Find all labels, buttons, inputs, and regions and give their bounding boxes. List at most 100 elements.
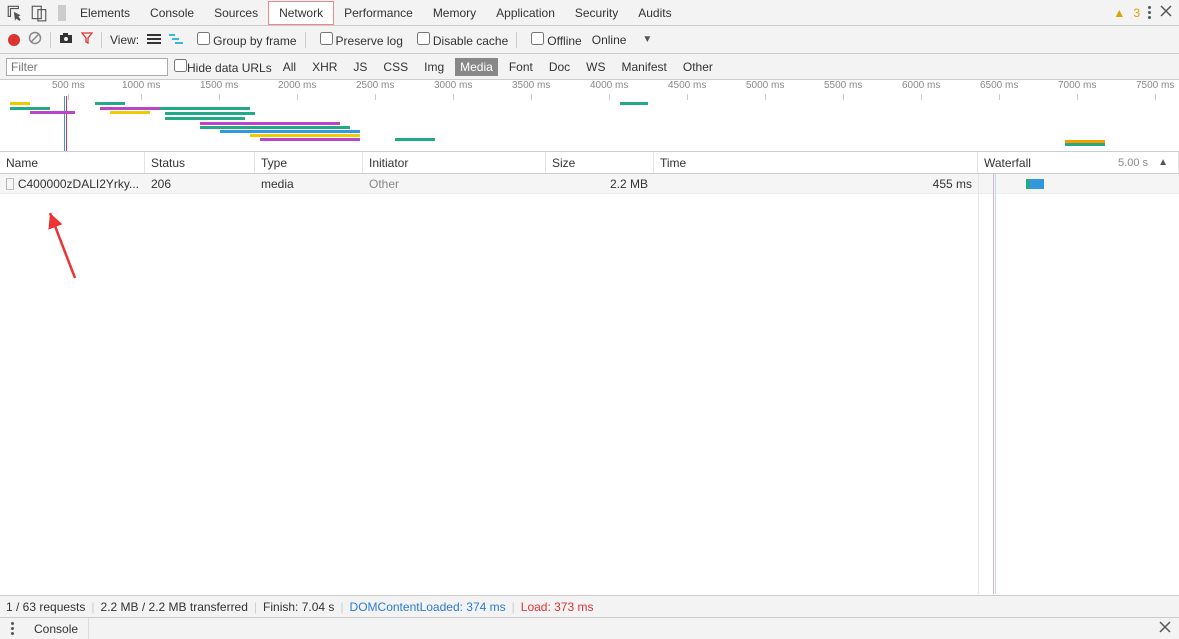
tick: 6000 ms — [902, 80, 940, 91]
tab-console[interactable]: Console — [140, 2, 204, 24]
col-size[interactable]: Size — [546, 152, 654, 173]
overview-bar — [165, 117, 245, 120]
tab-elements[interactable]: Elements — [70, 2, 140, 24]
warning-icon[interactable]: ▲ — [1113, 6, 1125, 20]
overview-bar — [250, 134, 360, 137]
overview-bar — [165, 112, 255, 115]
filter-type-js[interactable]: JS — [348, 58, 372, 76]
overview-bar — [10, 102, 30, 105]
request-table: Name Status Type Initiator Size Time Wat… — [0, 152, 1179, 594]
file-icon — [6, 178, 14, 190]
overview-bar — [1065, 143, 1105, 146]
row-time: 455 ms — [654, 177, 978, 191]
network-toolbar: View: Group by frame Preserve log Disabl… — [0, 26, 1179, 54]
waterfall-view-icon[interactable] — [169, 33, 183, 47]
filter-type-xhr[interactable]: XHR — [307, 58, 342, 76]
filter-type-media[interactable]: Media — [455, 58, 498, 76]
col-name[interactable]: Name — [0, 152, 145, 173]
filter-type-ws[interactable]: WS — [581, 58, 610, 76]
tab-security[interactable]: Security — [565, 2, 628, 24]
tab-performance[interactable]: Performance — [334, 2, 423, 24]
overview-bar — [220, 130, 360, 133]
row-initiator: Other — [363, 177, 546, 191]
throttling-select[interactable]: Online — [592, 33, 627, 47]
filter-type-font[interactable]: Font — [504, 58, 538, 76]
status-transferred: 2.2 MB / 2.2 MB transferred — [101, 600, 248, 614]
tick: 1000 ms — [122, 80, 160, 91]
tab-memory[interactable]: Memory — [423, 2, 486, 24]
tab-network[interactable]: Network — [268, 1, 334, 25]
large-rows-icon[interactable] — [147, 33, 161, 47]
col-waterfall[interactable]: Waterfall 5.00 s ▲ — [978, 152, 1179, 173]
tick: 5500 ms — [824, 80, 862, 91]
status-finish: Finish: 7.04 s — [263, 600, 334, 614]
status-dcl: DOMContentLoaded: 374 ms — [350, 600, 506, 614]
separator — [50, 32, 51, 48]
filter-bar: Hide data URLs All XHR JS CSS Img Media … — [0, 54, 1179, 80]
hide-data-urls-checkbox[interactable]: Hide data URLs — [174, 59, 272, 75]
group-by-frame-checkbox[interactable]: Group by frame — [191, 32, 296, 48]
tab-application[interactable]: Application — [486, 2, 565, 24]
dcl-line — [993, 174, 994, 594]
overview-bar — [100, 107, 160, 110]
separator — [58, 5, 66, 21]
separator — [101, 32, 102, 48]
console-drawer: Console — [0, 617, 1179, 639]
overview-bar — [30, 111, 75, 114]
tick: 4000 ms — [590, 80, 628, 91]
row-type: media — [255, 177, 363, 191]
table-header: Name Status Type Initiator Size Time Wat… — [0, 152, 1179, 174]
row-size: 2.2 MB — [546, 177, 654, 191]
throttling-dropdown-icon[interactable]: ▼ — [642, 34, 652, 45]
preserve-log-checkbox[interactable]: Preserve log — [314, 32, 403, 48]
load-marker — [66, 96, 67, 151]
tick: 2000 ms — [278, 80, 316, 91]
record-button[interactable] — [8, 34, 20, 46]
overview-bar — [200, 122, 340, 125]
filter-type-img[interactable]: Img — [419, 58, 449, 76]
devtools-tabs: Elements Console Sources Network Perform… — [0, 0, 1179, 26]
col-initiator[interactable]: Initiator — [363, 152, 546, 173]
overview-bar — [110, 111, 150, 114]
tick: 4500 ms — [668, 80, 706, 91]
drawer-close-icon[interactable] — [1159, 621, 1171, 636]
tab-audits[interactable]: Audits — [628, 2, 681, 24]
inspect-icon[interactable] — [6, 4, 24, 22]
filter-type-all[interactable]: All — [278, 58, 301, 76]
waterfall-scale: 5.00 s — [1118, 157, 1148, 169]
tab-sources[interactable]: Sources — [204, 2, 268, 24]
filter-type-manifest[interactable]: Manifest — [617, 58, 672, 76]
row-name: C400000zDALI2Yrky... — [0, 177, 145, 191]
col-type[interactable]: Type — [255, 152, 363, 173]
more-icon[interactable] — [1148, 6, 1151, 19]
device-toggle-icon[interactable] — [30, 4, 48, 22]
drawer-tab-console[interactable]: Console — [24, 618, 89, 639]
status-load: Load: 373 ms — [521, 600, 594, 614]
tick: 1500 ms — [200, 80, 238, 91]
clear-button[interactable] — [28, 31, 42, 48]
waterfall-label: Waterfall — [984, 156, 1031, 170]
col-status[interactable]: Status — [145, 152, 255, 173]
tick: 500 ms — [52, 80, 85, 91]
offline-checkbox[interactable]: Offline — [525, 32, 581, 48]
separator — [516, 32, 517, 48]
drawer-more-icon[interactable] — [0, 622, 24, 635]
col-time[interactable]: Time — [654, 152, 978, 173]
screenshot-icon[interactable] — [59, 31, 73, 48]
warning-count: 3 — [1133, 6, 1140, 20]
filter-toggle-icon[interactable] — [81, 32, 93, 47]
tick: 3000 ms — [434, 80, 472, 91]
dcl-marker — [64, 96, 65, 151]
disable-cache-checkbox[interactable]: Disable cache — [411, 32, 508, 48]
timeline-overview[interactable]: 500 ms 1000 ms 1500 ms 2000 ms 2500 ms 3… — [0, 80, 1179, 152]
overview-bar — [200, 126, 350, 129]
filter-input[interactable] — [6, 58, 168, 76]
status-requests: 1 / 63 requests — [6, 600, 85, 614]
row-status: 206 — [145, 177, 255, 191]
filter-type-css[interactable]: CSS — [378, 58, 413, 76]
filter-type-doc[interactable]: Doc — [544, 58, 575, 76]
tick: 7000 ms — [1058, 80, 1096, 91]
tick: 2500 ms — [356, 80, 394, 91]
filter-type-other[interactable]: Other — [678, 58, 718, 76]
close-devtools-icon[interactable] — [1159, 4, 1173, 21]
